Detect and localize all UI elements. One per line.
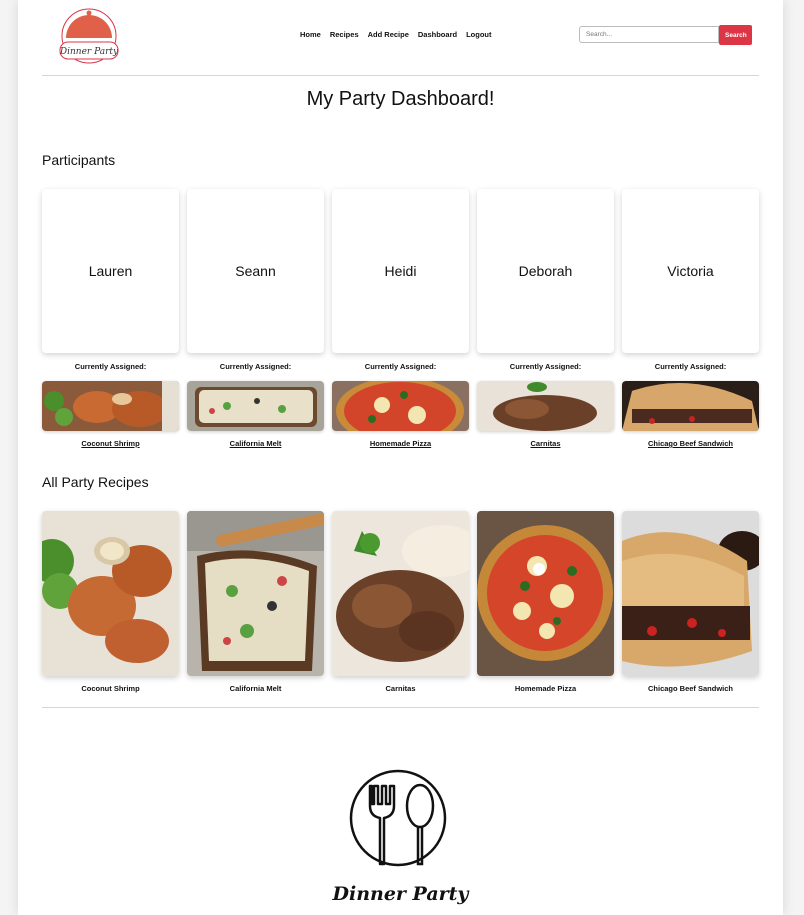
assigned-recipe-link[interactable]: Coconut Shrimp [42, 439, 179, 448]
assigned-recipe-link[interactable]: Homemade Pizza [332, 439, 469, 448]
homemade-pizza-thumbnail[interactable] [332, 381, 469, 431]
california-melt-image[interactable] [187, 511, 324, 676]
carnitas-thumbnail[interactable] [477, 381, 614, 431]
coconut-shrimp-image[interactable] [42, 511, 179, 676]
recipe-caption: Carnitas [385, 684, 416, 693]
assigned-label: Currently Assigned: [74, 362, 147, 371]
california-melt-thumbnail[interactable] [187, 381, 324, 431]
coconut-shrimp-thumbnail[interactable] [42, 381, 179, 431]
participant-card[interactable]: Heidi [332, 189, 469, 353]
nav-recipes[interactable]: Recipes [330, 30, 359, 39]
assigned-recipe-link[interactable]: Carnitas [477, 439, 614, 448]
chicago-beef-image[interactable] [622, 511, 759, 676]
participants-heading: Participants [42, 152, 116, 168]
homemade-pizza-image[interactable] [477, 511, 614, 676]
carnitas-image[interactable] [332, 511, 469, 676]
chicago-beef-thumbnail[interactable] [622, 381, 759, 431]
recipe-caption: Chicago Beef Sandwich [647, 684, 734, 693]
page: Dinner Party Home Recipes Add Recipe Das… [18, 0, 783, 915]
header: Dinner Party Home Recipes Add Recipe Das… [18, 0, 783, 75]
recipe-caption: Coconut Shrimp [81, 684, 140, 693]
recipe-caption: Homemade Pizza [514, 684, 577, 693]
assigned-recipe-link[interactable]: Chicago Beef Sandwich [622, 439, 759, 448]
search-button[interactable]: Search [719, 25, 752, 45]
assigned-label: Currently Assigned: [219, 362, 292, 371]
participant-card[interactable]: Victoria [622, 189, 759, 353]
footer-brand: Dinner Party [332, 883, 469, 905]
nav-home[interactable]: Home [300, 30, 321, 39]
main-nav: Home Recipes Add Recipe Dashboard Logout [300, 30, 500, 39]
participant-card[interactable]: Lauren [42, 189, 179, 353]
page-title: My Party Dashboard! [306, 88, 495, 110]
participant-card[interactable]: Seann [187, 189, 324, 353]
nav-dashboard[interactable]: Dashboard [418, 30, 457, 39]
participant-card[interactable]: Deborah [477, 189, 614, 353]
assigned-label: Currently Assigned: [509, 362, 582, 371]
search-input[interactable] [579, 26, 719, 43]
recipe-caption: California Melt [229, 684, 282, 693]
assigned-recipe-link[interactable]: California Melt [187, 439, 324, 448]
participant-name: Seann [235, 263, 276, 279]
participant-name: Deborah [518, 263, 573, 279]
svg-text:Dinner Party: Dinner Party [59, 47, 119, 57]
assigned-label: Currently Assigned: [654, 362, 727, 371]
participant-name: Lauren [88, 263, 133, 279]
footer-divider [42, 707, 759, 708]
participant-name: Victoria [667, 263, 714, 279]
nav-logout[interactable]: Logout [466, 30, 491, 39]
search-form: Search [579, 25, 752, 46]
dinner-party-logo[interactable]: Dinner Party [52, 6, 126, 64]
participant-name: Heidi [384, 263, 417, 279]
nav-add-recipe[interactable]: Add Recipe [368, 30, 409, 39]
assigned-label: Currently Assigned: [364, 362, 437, 371]
header-divider [42, 75, 759, 76]
all-recipes-heading: All Party Recipes [42, 474, 149, 490]
